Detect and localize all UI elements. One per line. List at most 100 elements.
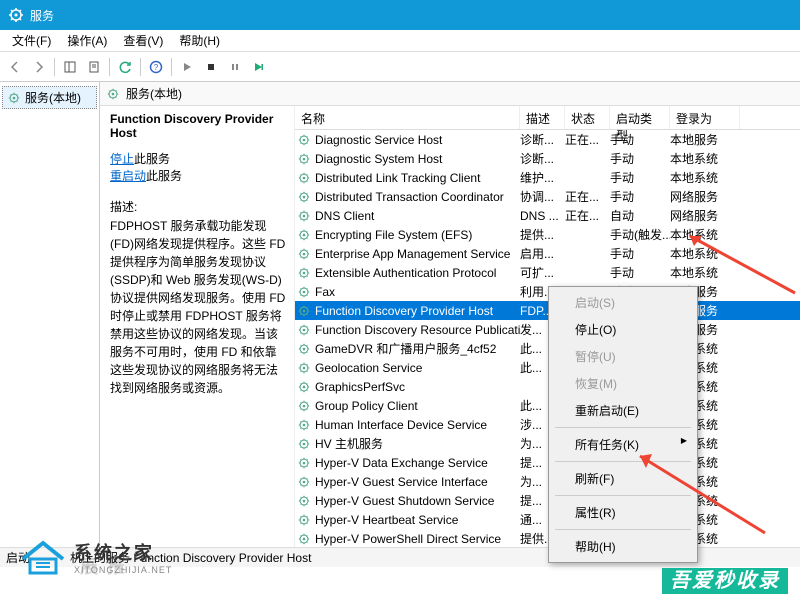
cell-logon: 本地系统: [670, 245, 740, 262]
detail-header: 服务(本地): [100, 82, 800, 106]
cell-desc: 诊断...: [520, 131, 565, 148]
gear-icon: [297, 437, 311, 451]
gear-icon: [297, 266, 311, 280]
cell-startup: 自动: [610, 207, 670, 224]
play-button[interactable]: [176, 56, 198, 78]
col-name[interactable]: 名称: [295, 106, 520, 129]
gear-icon: [297, 133, 311, 147]
restart-button[interactable]: [248, 56, 270, 78]
cell-name: Hyper-V Data Exchange Service: [315, 456, 520, 470]
menubar: 文件(F) 操作(A) 查看(V) 帮助(H): [0, 30, 800, 52]
window-titlebar: 服务: [0, 0, 800, 30]
cell-startup: 手动: [610, 264, 670, 281]
list-header: 名称 描述 状态 启动类型 登录为: [295, 106, 800, 130]
description-text: FDPHOST 服务承载功能发现(FD)网络发现提供程序。这些 FD 提供程序为…: [110, 217, 286, 397]
gear-icon: [297, 361, 311, 375]
cell-name: Hyper-V Guest Service Interface: [315, 475, 520, 489]
ctx-restart[interactable]: 重新启动(E): [551, 397, 695, 424]
gear-icon: [297, 285, 311, 299]
cell-name: HV 主机服务: [315, 435, 520, 452]
cell-startup: 手动: [610, 131, 670, 148]
cell-name: Enterprise App Management Service: [315, 247, 520, 261]
ctx-resume[interactable]: 恢复(M): [551, 370, 695, 397]
restart-link[interactable]: 重启动: [110, 169, 146, 183]
cell-startup: 手动: [610, 188, 670, 205]
back-button[interactable]: [4, 56, 26, 78]
tree-root-label: 服务(本地): [25, 89, 81, 106]
cell-logon: 本地服务: [670, 131, 740, 148]
forward-button[interactable]: [28, 56, 50, 78]
cell-status: 正在...: [565, 207, 610, 224]
cell-name: Diagnostic System Host: [315, 152, 520, 166]
pause-button[interactable]: [224, 56, 246, 78]
ctx-pause[interactable]: 暂停(U): [551, 343, 695, 370]
gear-icon: [297, 152, 311, 166]
menu-file[interactable]: 文件(F): [4, 30, 59, 51]
cell-name: Function Discovery Resource Publication: [315, 323, 520, 337]
refresh-button[interactable]: [114, 56, 136, 78]
cell-name: Group Policy Client: [315, 399, 520, 413]
watermark-left-url: XITONGZHIJIA.NET: [74, 565, 172, 575]
cell-logon: 本地系统: [670, 169, 740, 186]
service-row[interactable]: Diagnostic System Host诊断...手动本地系统: [295, 149, 800, 168]
cell-startup: 手动: [610, 245, 670, 262]
menu-help[interactable]: 帮助(H): [171, 30, 228, 51]
gear-icon: [297, 494, 311, 508]
col-desc[interactable]: 描述: [520, 106, 565, 129]
selected-service-title: Function Discovery Provider Host: [110, 112, 286, 140]
cell-name: DNS Client: [315, 209, 520, 223]
app-icon: [8, 7, 24, 23]
ctx-start[interactable]: 启动(S): [551, 289, 695, 316]
service-row[interactable]: Enterprise App Management Service启用... 手动…: [295, 244, 800, 263]
cell-name: Geolocation Service: [315, 361, 520, 375]
col-logon[interactable]: 登录为: [670, 106, 740, 129]
cell-logon: 本地系统: [670, 226, 740, 243]
watermark-left: 系统之家 XITONGZHIJIA.NET: [18, 537, 172, 577]
gear-icon: [297, 532, 311, 546]
ctx-properties[interactable]: 属性(R): [551, 499, 695, 526]
stop-link[interactable]: 停止: [110, 152, 134, 166]
service-row[interactable]: DNS ClientDNS ...正在...自动网络服务: [295, 206, 800, 225]
cell-status: 正在...: [565, 131, 610, 148]
col-status[interactable]: 状态: [565, 106, 610, 129]
ctx-refresh[interactable]: 刷新(F): [551, 465, 695, 492]
tree-root-item[interactable]: 服务(本地): [2, 86, 97, 109]
description-label: 描述:: [110, 198, 286, 215]
ctx-alltasks[interactable]: 所有任务(K): [551, 431, 695, 458]
menu-view[interactable]: 查看(V): [115, 30, 171, 51]
service-row[interactable]: Encrypting File System (EFS)提供...手动(触发..…: [295, 225, 800, 244]
house-icon: [18, 537, 68, 577]
svg-text:?: ?: [154, 63, 159, 72]
ctx-stop[interactable]: 停止(O): [551, 316, 695, 343]
gear-icon: [297, 380, 311, 394]
watermark-right-text: 吾爱秒收录: [662, 568, 788, 594]
service-row[interactable]: Diagnostic Service Host诊断...正在...手动本地服务: [295, 130, 800, 149]
cell-desc: 启用...: [520, 245, 565, 262]
show-hide-button[interactable]: [59, 56, 81, 78]
gear-icon: [297, 190, 311, 204]
cell-startup: 手动: [610, 169, 670, 186]
watermark-right: 吾爱秒收录: [662, 564, 788, 593]
stop-button[interactable]: [200, 56, 222, 78]
gear-icon: [297, 456, 311, 470]
gear-icon: [106, 87, 120, 101]
cell-desc: DNS ...: [520, 209, 565, 223]
export-button[interactable]: [83, 56, 105, 78]
col-startup[interactable]: 启动类型: [610, 106, 670, 129]
toolbar: ?: [0, 52, 800, 82]
help-button[interactable]: ?: [145, 56, 167, 78]
ctx-help[interactable]: 帮助(H): [551, 533, 695, 560]
cell-name: GraphicsPerfSvc: [315, 380, 520, 394]
cell-desc: 维护...: [520, 169, 565, 186]
service-row[interactable]: Distributed Transaction Coordinator协调...…: [295, 187, 800, 206]
gear-icon: [297, 228, 311, 242]
gear-icon: [297, 171, 311, 185]
cell-name: Encrypting File System (EFS): [315, 228, 520, 242]
cell-logon: 网络服务: [670, 207, 740, 224]
cell-name: Hyper-V Guest Shutdown Service: [315, 494, 520, 508]
context-menu: 启动(S) 停止(O) 暂停(U) 恢复(M) 重新启动(E) 所有任务(K) …: [548, 286, 698, 563]
service-row[interactable]: Extensible Authentication Protocol可扩...手…: [295, 263, 800, 282]
cell-desc: 诊断...: [520, 150, 565, 167]
menu-action[interactable]: 操作(A): [59, 30, 115, 51]
service-row[interactable]: Distributed Link Tracking Client维护...手动本…: [295, 168, 800, 187]
